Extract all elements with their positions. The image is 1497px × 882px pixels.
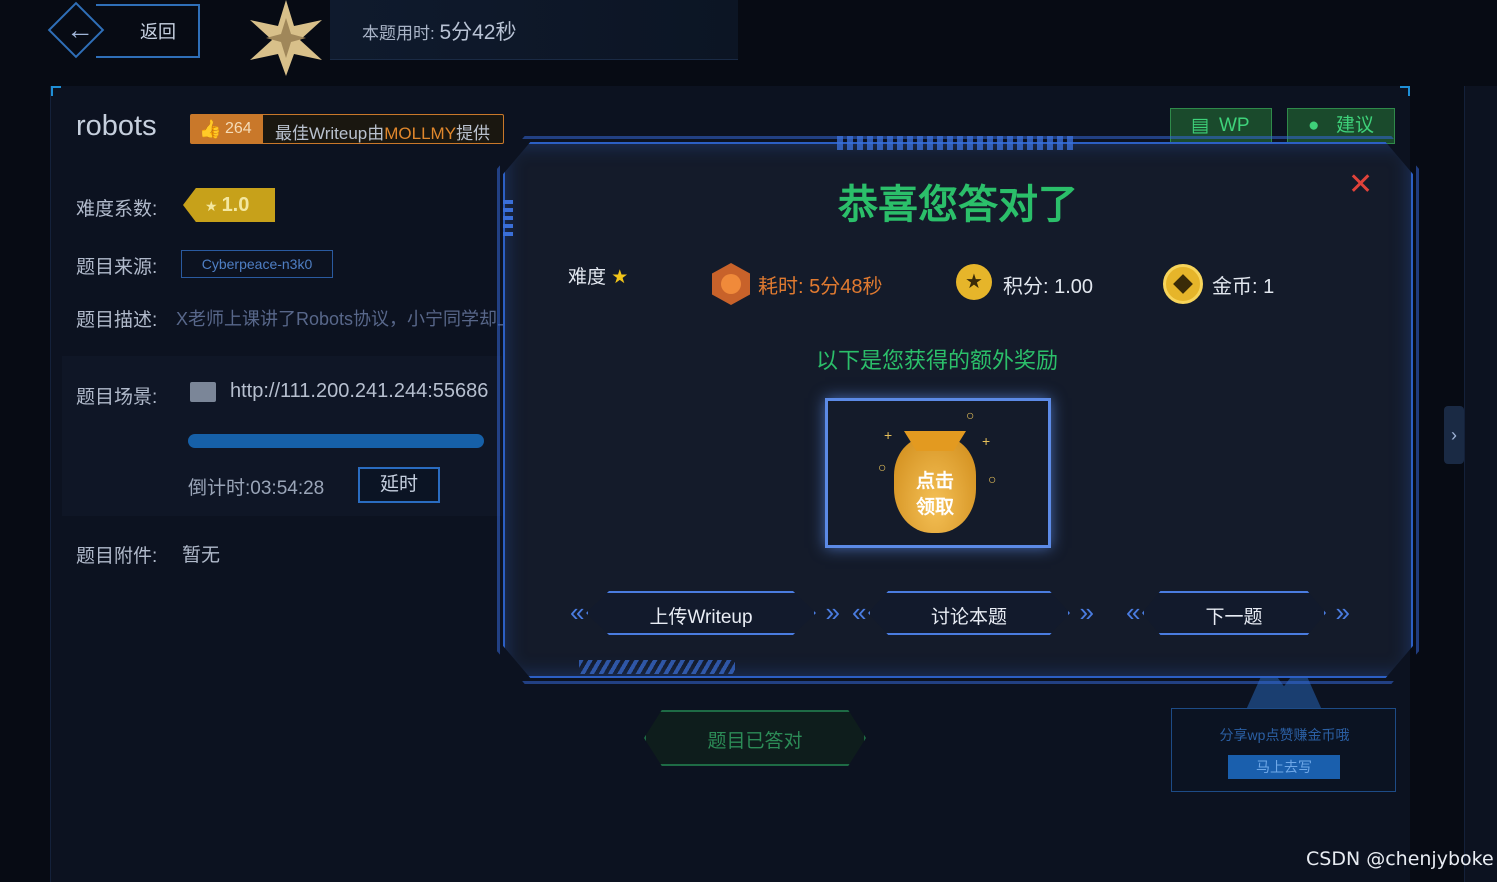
coin-icon xyxy=(1163,264,1203,304)
sparkle-icon: ○ xyxy=(988,471,997,487)
suggest-label: 建议 xyxy=(1336,115,1375,136)
upload-writeup-label: 上传Writeup xyxy=(649,607,753,628)
wp-label: WP xyxy=(1219,115,1250,136)
scene-url[interactable]: http://111.200.241.244:55686 xyxy=(230,380,488,403)
discuss-label: 讨论本题 xyxy=(930,607,1007,628)
modal-score: 积分: 1.00 xyxy=(1003,276,1094,298)
star-icon: ★ xyxy=(205,198,218,214)
back-label: 返回 xyxy=(96,4,200,58)
write-now-button[interactable]: 马上去写 xyxy=(1228,755,1340,779)
time-used-label: 本题用时: xyxy=(362,24,440,43)
next-problem-button[interactable]: « » 下一题 xyxy=(1126,589,1351,637)
modal-title: 恭喜您答对了 xyxy=(838,183,1078,227)
best-writeup-author[interactable]: MOLLMY xyxy=(384,124,456,143)
thumbs-up-icon: 👍 xyxy=(199,119,222,139)
attachment-value: 暂无 xyxy=(182,545,221,566)
money-bag-icon: 点击 领取 xyxy=(894,431,976,533)
upload-writeup-button[interactable]: « » 上传Writeup xyxy=(570,589,841,637)
countdown: 倒计时:03:54:28 xyxy=(188,473,324,500)
modal-time: 耗时: 5分48秒 xyxy=(758,276,883,298)
gift-line2: 领取 xyxy=(915,497,954,518)
difficulty-label: 难度系数: xyxy=(76,199,158,220)
modal-coin: 金币: 1 xyxy=(1212,276,1275,298)
sparkle-icon: + xyxy=(982,433,991,449)
gift-claim-button[interactable]: + ○ + ○ ○ 点击领取 xyxy=(825,398,1051,548)
share-box: 分享wp点赞赚金币哦 马上去写 xyxy=(1171,708,1396,792)
like-box[interactable]: 264 👍 最佳Writeup由MOLLMY提供 xyxy=(190,114,504,144)
monitor-icon xyxy=(190,382,216,402)
medal-icon: ★ xyxy=(956,264,992,300)
answered-button[interactable]: 题目已答对 xyxy=(630,708,880,768)
star-icon: ★ xyxy=(611,267,629,288)
source-tag[interactable]: Cyberpeace-n3k0 xyxy=(181,250,333,278)
modal-difficulty-label: 难度 xyxy=(568,267,607,288)
share-text: 分享wp点赞赚金币哦 xyxy=(1219,727,1350,743)
arrow-left-icon: ← xyxy=(66,14,94,45)
best-writeup-prefix: 最佳Writeup由 xyxy=(275,124,385,143)
source-label: 题目来源: xyxy=(76,257,158,278)
countdown-label: 倒计时: xyxy=(188,478,251,499)
delay-button[interactable]: 延时 xyxy=(358,467,440,503)
countdown-value: 03:54:28 xyxy=(250,478,325,499)
difficulty-tag: ★ 1.0 xyxy=(183,188,275,222)
panel-corner xyxy=(51,86,61,96)
gift-line1: 点击 xyxy=(915,471,954,492)
modal-top-decoration xyxy=(837,136,1077,150)
modal-bottom-decoration xyxy=(579,660,735,674)
description-text: X老师上课讲了Robots协议，小宁同学却上 xyxy=(176,309,516,329)
scene-progress-bar xyxy=(188,434,484,448)
best-writeup-suffix: 提供 xyxy=(456,124,491,143)
time-used-value: 5分42秒 xyxy=(439,21,517,44)
star-badge-icon xyxy=(250,0,322,76)
bonus-text: 以下是您获得的额外奖励 xyxy=(815,348,1058,373)
next-problem-label: 下一题 xyxy=(1205,607,1263,628)
best-writeup-text: 最佳Writeup由MOLLMY提供 xyxy=(275,119,490,144)
panel-corner xyxy=(1400,86,1410,96)
back-button[interactable]: ← 返回 xyxy=(47,1,200,59)
discuss-button[interactable]: « » 讨论本题 xyxy=(852,589,1095,637)
watermark: CSDN @chenjyboke xyxy=(1306,848,1494,870)
attachment-label: 题目附件: xyxy=(76,546,158,567)
sparkle-icon: ○ xyxy=(878,459,887,475)
modal-difficulty: 难度 ★ xyxy=(568,262,628,289)
close-icon[interactable]: ✕ xyxy=(1348,170,1373,200)
difficulty-value: 1.0 xyxy=(221,194,250,216)
description-label: 题目描述: xyxy=(76,310,158,331)
problem-title: robots xyxy=(76,110,157,142)
answered-label: 题目已答对 xyxy=(707,731,803,752)
sparkle-icon: ○ xyxy=(966,407,975,423)
scene-label: 题目场景: xyxy=(76,387,158,408)
time-used-bar: 本题用时: 5分42秒 xyxy=(330,0,738,60)
time-used: 本题用时: 5分42秒 xyxy=(362,16,517,46)
chevron-right-icon[interactable]: › xyxy=(1444,406,1464,464)
sparkle-icon: + xyxy=(884,427,893,443)
right-side-panel xyxy=(1464,86,1497,882)
